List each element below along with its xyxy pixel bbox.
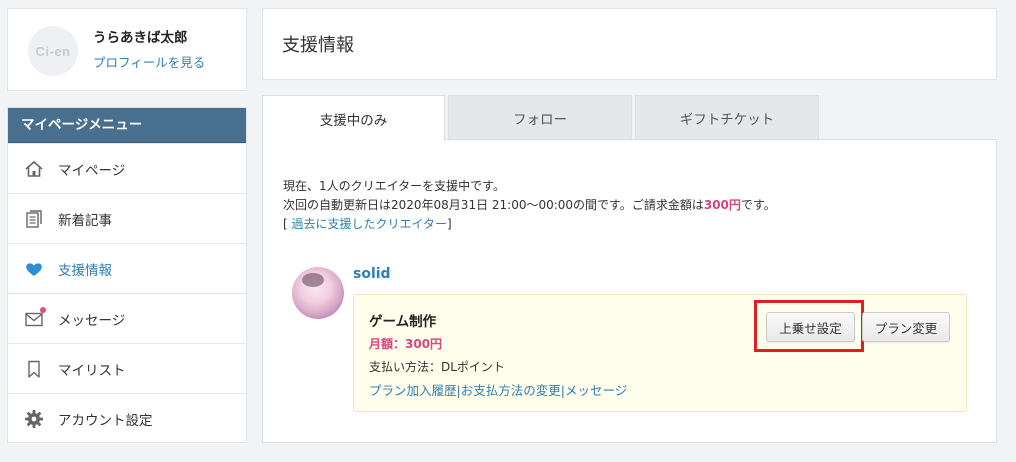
tab-label: フォロー [513, 111, 567, 128]
bookmark-icon [24, 359, 44, 379]
sidebar-item-label: アカウント設定 [58, 412, 153, 429]
bracket-close: ] [447, 217, 452, 231]
sidebar-item-label: マイページ [58, 162, 126, 179]
sidebar-item-mylist[interactable]: マイリスト [8, 343, 246, 393]
renewal-info-suffix: です。 [740, 198, 776, 212]
tab-supporting[interactable]: 支援中のみ [262, 95, 445, 141]
change-payment-link[interactable]: お支払方法の変更 [461, 383, 561, 398]
billing-amount: 300円 [703, 198, 741, 212]
sidebar-item-label: メッセージ [58, 312, 126, 329]
message-link[interactable]: メッセージ [565, 383, 627, 398]
heart-icon [24, 259, 44, 279]
menu-header: マイページメニュー [8, 108, 246, 143]
tab-label: ギフトチケット [679, 111, 775, 128]
payment-method: 支払い方法：DLポイント [369, 360, 505, 374]
tab-label: 支援中のみ [319, 112, 388, 129]
creator-name-link[interactable]: solid [353, 266, 391, 282]
mypage-menu: マイページメニュー マイページ 新着記事 支援情報 メッセージ マイリスト アカ… [7, 107, 247, 443]
sidebar-item-support-info[interactable]: 支援情報 [8, 243, 246, 293]
support-content: 現在、1人のクリエイターを支援中です。 次回の自動更新日は2020年08月31日… [262, 139, 997, 443]
plan-name: ゲーム制作 [369, 314, 437, 330]
sidebar-item-account-settings[interactable]: アカウント設定 [8, 393, 246, 443]
past-creators-link[interactable]: 過去に支援したクリエイター [292, 217, 448, 231]
home-icon [24, 159, 44, 179]
page-title: 支援情報 [282, 35, 354, 56]
document-icon [24, 209, 44, 229]
plan-links: プラン加入履歴|お支払方法の変更|メッセージ [369, 380, 627, 399]
avatar[interactable]: Ci-en [28, 26, 78, 76]
sidebar-item-mypage[interactable]: マイページ [8, 143, 246, 193]
plan-price: 月額：300円 [369, 337, 443, 351]
sidebar-item-label: マイリスト [58, 362, 126, 379]
renewal-info-text: 次回の自動更新日は2020年08月31日 21:00～00:00の間です。ご請求… [283, 196, 776, 213]
past-creators-line: [ 過去に支援したクリエイター] [283, 215, 452, 232]
view-profile-link[interactable]: プロフィールを見る [93, 52, 205, 71]
tab-gift-ticket[interactable]: ギフトチケット [635, 95, 819, 140]
notification-dot [40, 306, 46, 313]
change-plan-button[interactable]: プラン変更 [862, 312, 950, 342]
plan-history-link[interactable]: プラン加入履歴 [369, 383, 457, 398]
creator-avatar[interactable] [292, 267, 344, 319]
gear-icon [24, 409, 44, 429]
profile-card: Ci-en うらあきば太郎 プロフィールを見る [7, 8, 247, 91]
sidebar-item-messages[interactable]: メッセージ [8, 293, 246, 343]
bracket-open: [ [283, 217, 292, 231]
envelope-icon [24, 306, 46, 329]
topup-settings-button[interactable]: 上乗せ設定 [766, 312, 855, 342]
sidebar-item-label: 支援情報 [58, 262, 112, 279]
support-count-text: 現在、1人のクリエイターを支援中です。 [283, 179, 505, 193]
page-header: 支援情報 [262, 8, 997, 80]
sidebar-item-label: 新着記事 [58, 212, 112, 229]
plan-box: ゲーム制作 月額：300円 支払い方法：DLポイント プラン加入履歴|お支払方法… [353, 294, 967, 412]
renewal-info-prefix: 次回の自動更新日は2020年08月31日 21:00～00:00の間です。ご請求… [283, 198, 704, 212]
profile-name: うらあきば太郎 [93, 30, 188, 46]
sidebar-item-new-articles[interactable]: 新着記事 [8, 193, 246, 243]
tab-follow[interactable]: フォロー [448, 95, 632, 140]
